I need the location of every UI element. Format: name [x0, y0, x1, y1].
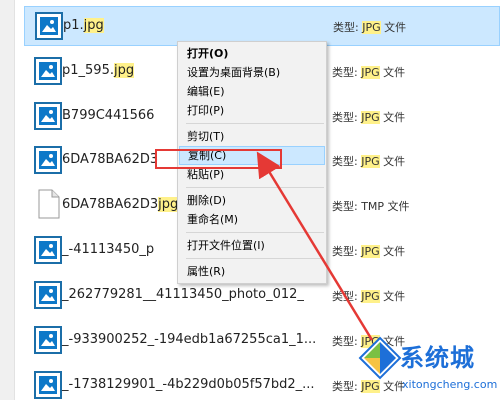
- watermark-logo-icon: [358, 336, 402, 380]
- watermark-brand: 系统城: [400, 344, 475, 372]
- watermark-url: xitongcheng.com: [402, 378, 498, 391]
- watermark: 系统城 xitongcheng.com: [356, 332, 500, 400]
